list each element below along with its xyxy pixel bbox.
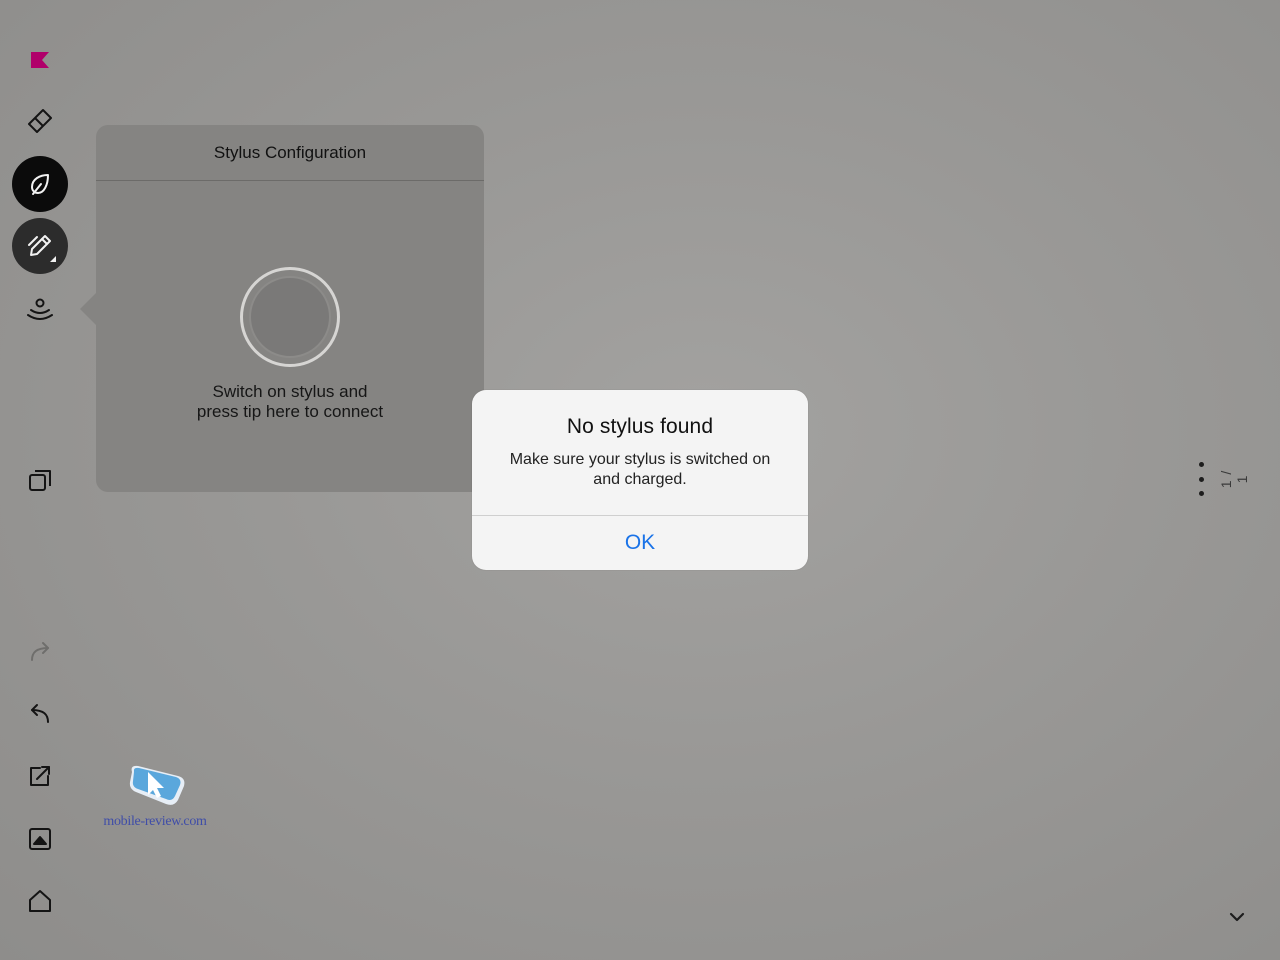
stylus-connect-icon [27,298,53,320]
alert-title: No stylus found [566,415,714,438]
redo-icon [31,642,49,661]
home-icon [29,890,51,912]
stylus-tip-dot [249,276,331,358]
pen-tool-button[interactable] [12,218,68,274]
undo-icon [31,704,49,723]
home-button[interactable] [12,873,68,929]
stylus-tip-target[interactable] [240,267,340,367]
toolbar-sidebar [0,0,80,960]
alert-body: No stylus found Make sure your stylus is… [472,390,808,515]
more-options-button[interactable] [1188,458,1214,500]
chevron-down-icon[interactable] [1222,902,1252,932]
redo-button[interactable] [12,623,68,679]
brand-flag-icon[interactable] [12,32,68,88]
undo-button[interactable] [12,685,68,741]
eraser-tool-button[interactable] [12,93,68,149]
watermark-logo-icon [129,765,185,805]
share-button[interactable] [12,748,68,804]
pages-button[interactable] [12,452,68,508]
no-stylus-alert: No stylus found Make sure your stylus is… [472,390,808,570]
tool-options-indicator [50,256,56,262]
share-icon [30,766,50,786]
popover-title: Stylus Configuration [96,125,484,181]
eraser-icon [28,109,52,133]
ink-tool-button[interactable] [12,156,68,212]
watermark-text: mobile-review.com [103,814,207,829]
more-dot-icon [1198,491,1204,496]
stylus-configuration-popover: Stylus Configuration Switch on stylus an… [80,125,484,492]
stylus-connect-button[interactable] [12,281,68,337]
image-button[interactable] [12,811,68,867]
alert-message: Make sure your stylus is switched on and… [509,451,771,488]
watermark: mobile-review.com [100,762,210,834]
more-dot-icon [1198,476,1204,482]
pages-icon [29,470,51,491]
page-counter: 1 / 1 [1218,469,1250,489]
stylus-instructions: Switch on stylus and press tip here to c… [196,382,384,421]
alert-ok-button[interactable]: OK [472,516,808,570]
image-icon [29,828,51,850]
ink-drop-icon [31,174,49,195]
more-dot-icon [1198,462,1204,467]
